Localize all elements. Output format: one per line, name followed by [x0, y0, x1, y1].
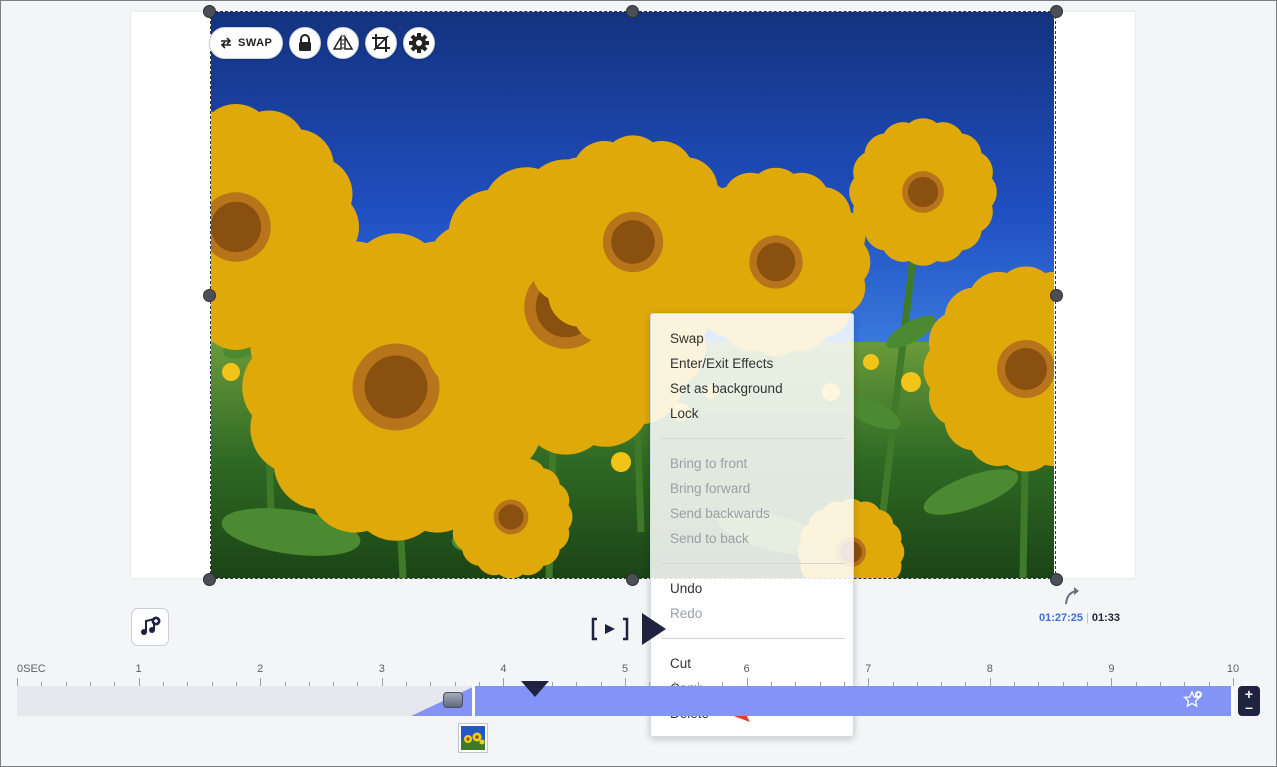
menu-item-bring-forward: Bring forward	[670, 481, 751, 496]
rotate-icon[interactable]	[1063, 586, 1083, 606]
time-separator: |	[1086, 612, 1089, 624]
resize-handle-bottom-left[interactable]	[203, 573, 216, 586]
timeline-tick-label: 2	[257, 663, 264, 675]
swap-label: SWAP	[238, 37, 273, 49]
menu-item-swap[interactable]: Swap	[670, 331, 704, 346]
timeline-tick	[17, 678, 18, 686]
lock-button[interactable]	[289, 27, 322, 59]
menu-item-redo: Redo	[670, 606, 703, 621]
timeline-tick-label: 10	[1226, 663, 1240, 675]
timeline-tick	[625, 678, 626, 686]
timeline-tick	[138, 678, 140, 686]
resize-handle-top-left[interactable]	[203, 5, 216, 18]
menu-item-bring-to-front: Bring to front	[670, 456, 748, 471]
timeline-clip[interactable]	[475, 686, 1233, 716]
resize-handle-right[interactable]	[1050, 289, 1063, 302]
resize-handle-top-right[interactable]	[1050, 5, 1063, 18]
timeline-tick-label: 1	[135, 663, 142, 675]
resize-handle-bottom-right[interactable]	[1050, 573, 1063, 586]
play-button[interactable]	[641, 612, 667, 646]
sunflower-image	[211, 12, 1054, 578]
crop-button[interactable]	[365, 27, 398, 59]
swap-icon	[220, 37, 232, 49]
play-selection-button[interactable]	[591, 617, 629, 641]
timeline-tick	[746, 678, 748, 686]
add-music-button[interactable]	[131, 608, 169, 646]
star-add-icon[interactable]	[1183, 690, 1203, 710]
timeline-tick	[381, 678, 383, 686]
menu-separator	[661, 438, 845, 439]
swap-button[interactable]: SWAP	[209, 27, 284, 59]
timeline-tick-label: 6	[743, 663, 750, 675]
settings-button[interactable]	[403, 27, 436, 59]
sunflower-photo[interactable]	[211, 12, 1054, 578]
timeline-tick-label: 3	[378, 663, 385, 675]
menu-item-enter-exit-effects[interactable]: Enter/Exit Effects	[670, 356, 773, 371]
zoom-control[interactable]: + –	[1238, 686, 1260, 716]
total-time: 01:33	[1091, 612, 1121, 624]
timeline-tick	[260, 678, 262, 686]
menu-separator	[661, 638, 845, 639]
clip-thumbnail[interactable]	[458, 723, 488, 753]
lock-icon	[299, 34, 312, 51]
flip-icon	[333, 34, 354, 51]
resize-handle-bottom[interactable]	[626, 573, 639, 586]
current-time: 01:27:25	[1039, 612, 1084, 624]
menu-item-set-as-background[interactable]: Set as background	[670, 381, 783, 396]
clip-start-marker[interactable]	[472, 684, 475, 720]
timeline-tick	[503, 678, 505, 686]
timeline-ruler[interactable]: 0SEC 1 2 3 4 5 6 7 8 9 10	[17, 660, 1239, 686]
menu-item-lock[interactable]: Lock	[670, 406, 699, 421]
crop-icon	[372, 34, 391, 52]
menu-item-send-to-back: Send to back	[670, 531, 749, 546]
menu-item-send-backwards: Send backwards	[670, 506, 770, 521]
resize-handle-left[interactable]	[203, 289, 216, 302]
timeline-tick	[1111, 678, 1113, 686]
clip-end-marker[interactable]	[1231, 686, 1234, 716]
gear-icon	[409, 33, 430, 53]
flip-button[interactable]	[327, 27, 360, 59]
resize-handle-top[interactable]	[626, 5, 639, 18]
time-readout: 01:27:25 | 01:33	[1039, 612, 1120, 624]
timeline-tick-label: 9	[1108, 663, 1115, 675]
timeline-tick-label: 4	[500, 663, 507, 675]
menu-separator	[661, 563, 845, 564]
timeline-tick-label: 7	[865, 663, 872, 675]
menu-item-undo[interactable]: Undo	[670, 581, 702, 596]
image-toolbar: SWAP	[209, 27, 436, 59]
fade-handle[interactable]	[443, 692, 463, 708]
timeline-tick	[868, 678, 870, 686]
timeline-tick-label: 0SEC	[17, 663, 46, 675]
timeline-tick	[1233, 678, 1234, 686]
timeline-tick-label: 8	[986, 663, 993, 675]
timeline-tick-label: 5	[621, 663, 629, 675]
sunflower-thumbnail-icon	[461, 726, 485, 750]
zoom-out-icon[interactable]: –	[1245, 700, 1253, 714]
playhead-marker[interactable]	[520, 680, 550, 698]
timeline-tick	[989, 678, 991, 686]
music-add-icon	[141, 616, 161, 635]
